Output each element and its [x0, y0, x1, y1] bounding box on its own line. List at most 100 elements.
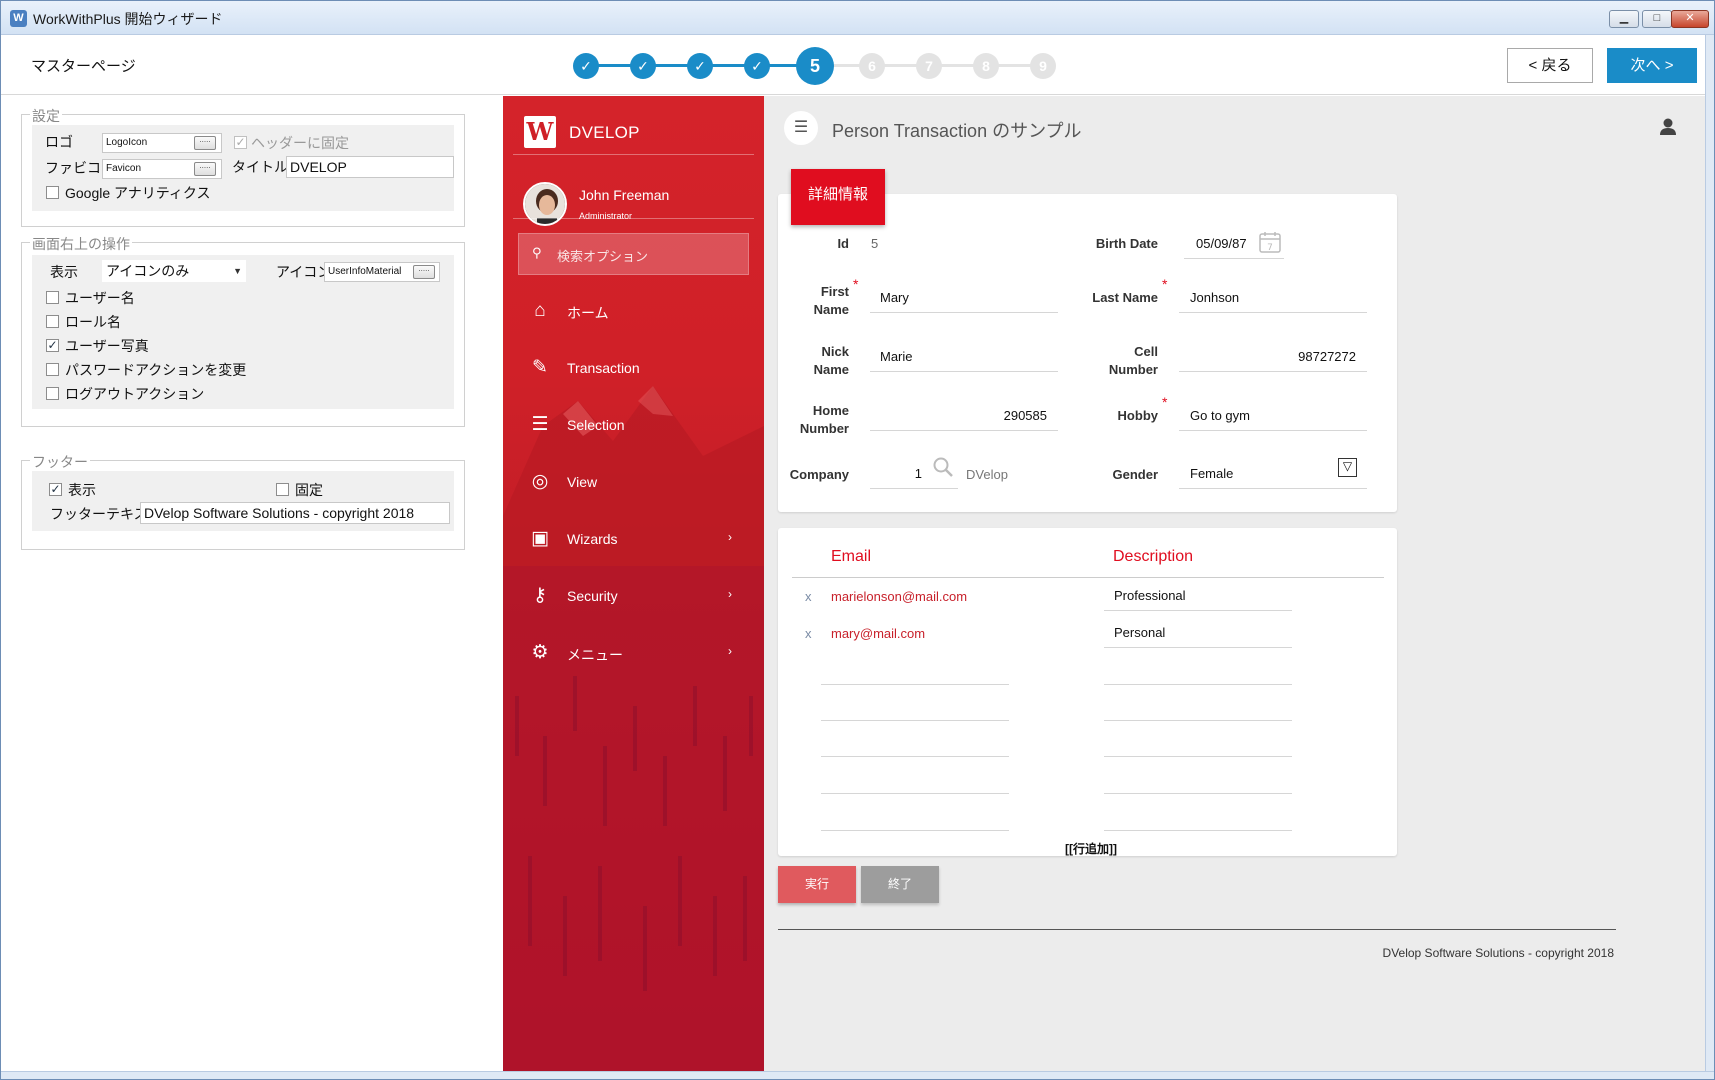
last-name-input[interactable]: Jonhson [1190, 290, 1239, 305]
step-1[interactable]: ✓ [573, 53, 599, 79]
company-input[interactable]: 1 [870, 466, 922, 481]
top-right-actions-group: 画面右上の操作 表示 アイコンのみ ▼ アイコン UserInfoMateria… [21, 234, 465, 427]
step-3[interactable]: ✓ [687, 53, 713, 79]
display-select[interactable]: アイコンのみ ▼ [102, 260, 246, 282]
preview-page-title: Person Transaction のサンプル [832, 121, 1082, 141]
sidebar-item-label: Transaction [567, 360, 640, 376]
logout-checkbox[interactable] [46, 387, 59, 400]
step-4[interactable]: ✓ [744, 53, 770, 79]
home-icon: ⌂ [534, 300, 546, 321]
title-bar: W WorkWithPlus 開始ウィザード ▁ □ ✕ [1, 1, 1714, 35]
hamburger-menu-icon[interactable]: ☰ [784, 111, 818, 145]
sidebar-divider [513, 154, 754, 155]
username-checkbox[interactable] [46, 291, 59, 304]
empty-email-field[interactable] [821, 830, 1009, 831]
empty-email-field[interactable] [821, 720, 1009, 721]
logo-browse-button[interactable]: ..... [194, 136, 216, 150]
id-label: Id [837, 236, 849, 251]
step-2[interactable]: ✓ [630, 53, 656, 79]
cell-number-input[interactable]: 98727272 [1179, 349, 1356, 364]
footer-text-input[interactable]: DVelop Software Solutions - copyright 20… [140, 502, 450, 524]
back-button[interactable]: < 戻る [1507, 48, 1593, 83]
step-9: 9 [1030, 53, 1056, 79]
avatar[interactable] [523, 182, 567, 226]
table-row-email[interactable]: marielonson@mail.com [831, 589, 967, 604]
step-8: 8 [973, 53, 999, 79]
sidebar-item-home[interactable]: ⌂ ホーム [503, 291, 764, 331]
gender-label: Gender [1112, 467, 1158, 482]
empty-email-field[interactable] [821, 756, 1009, 757]
minimize-button[interactable]: ▁ [1609, 10, 1639, 28]
table-row-description[interactable]: Personal [1114, 625, 1165, 640]
birth-date-input[interactable]: 05/09/87 [1196, 236, 1247, 251]
favicon-browse-button[interactable]: ..... [194, 162, 216, 176]
step-5-current[interactable]: 5 [796, 47, 834, 85]
chevron-down-icon[interactable]: ▽ [1338, 458, 1357, 477]
empty-description-field[interactable] [1104, 793, 1292, 794]
gender-select-value[interactable]: Female [1190, 466, 1233, 481]
google-analytics-checkbox[interactable] [46, 186, 59, 199]
delete-row-icon[interactable]: x [805, 626, 812, 641]
chevron-right-icon: › [728, 530, 732, 544]
delete-row-icon[interactable]: x [805, 589, 812, 604]
hobby-input[interactable]: Go to gym [1190, 408, 1250, 423]
nick-name-underline [870, 371, 1058, 372]
window-title: WorkWithPlus 開始ウィザード [33, 11, 223, 27]
rolename-checkbox[interactable] [46, 315, 59, 328]
brand-logo[interactable]: W [524, 116, 556, 148]
wizard-header: マスターページ ✓ ✓ ✓ ✓ 5 6 7 8 9 < 戻る 次へ > [1, 35, 1706, 95]
calendar-icon[interactable]: 7 [1258, 230, 1282, 254]
empty-description-field[interactable] [1104, 720, 1292, 721]
empty-description-field[interactable] [1104, 830, 1292, 831]
empty-email-field[interactable] [821, 793, 1009, 794]
step-7: 7 [916, 53, 942, 79]
next-button[interactable]: 次へ > [1607, 48, 1697, 83]
nick-name-input[interactable]: Marie [880, 349, 913, 364]
first-name-underline [870, 312, 1058, 313]
first-name-input[interactable]: Mary [880, 290, 909, 305]
empty-description-field[interactable] [1104, 684, 1292, 685]
company-name: DVelop [966, 467, 1008, 482]
user-icon[interactable] [1657, 116, 1679, 138]
sidebar-search-input[interactable]: ⚲ 検索オプション [518, 233, 749, 275]
sidebar-item-label: Wizards [567, 531, 618, 547]
table-row-description[interactable]: Professional [1114, 588, 1186, 603]
sidebar-item-selection[interactable]: ☰ Selection [503, 405, 764, 445]
maximize-button[interactable]: □ [1642, 10, 1672, 28]
footer-show-label: 表示 [68, 482, 96, 498]
sidebar-item-view[interactable]: ◎ View [503, 462, 764, 502]
key-icon: ⚷ [533, 585, 547, 606]
search-icon[interactable] [932, 456, 954, 478]
sidebar-item-transaction[interactable]: ✎ Transaction [503, 348, 764, 388]
target-icon: ◎ [531, 471, 549, 492]
table-row-email[interactable]: mary@mail.com [831, 626, 925, 641]
change-password-checkbox[interactable] [46, 363, 59, 376]
icon-browse-button[interactable]: ..... [413, 265, 435, 279]
detail-tab[interactable]: 詳細情報 [791, 169, 885, 225]
cell-number-label: Cell Number [1108, 344, 1158, 377]
close-button[interactable]: ✕ [1671, 10, 1709, 28]
close-form-button[interactable]: 終了 [861, 866, 939, 903]
execute-button[interactable]: 実行 [778, 866, 856, 903]
empty-description-field[interactable] [1104, 756, 1292, 757]
sidebar-item-menu[interactable]: ⚙ メニュー › [503, 633, 764, 673]
home-number-input[interactable]: 290585 [870, 408, 1047, 423]
user-photo-icon [525, 184, 565, 224]
brand-name[interactable]: DVELOP [569, 123, 640, 143]
title-input[interactable]: DVELOP [286, 156, 454, 178]
sidebar-item-wizards[interactable]: ▣ Wizards › [503, 519, 764, 559]
chevron-right-icon: › [728, 587, 732, 601]
add-row-link[interactable]: [[行追加]] [1065, 840, 1117, 857]
sidebar-item-security[interactable]: ⚷ Security › [503, 576, 764, 616]
last-name-label: Last Name [1092, 290, 1158, 305]
userphoto-checkbox[interactable] [46, 339, 59, 352]
user-name: John Freeman [579, 187, 670, 203]
footer-show-checkbox[interactable] [49, 483, 62, 496]
fixed-header-checkbox [234, 136, 247, 149]
footer-fixed-checkbox[interactable] [276, 483, 289, 496]
empty-email-field[interactable] [821, 684, 1009, 685]
wizard-steps: ✓ ✓ ✓ ✓ 5 6 7 8 9 [572, 47, 1062, 85]
settings-legend: 設定 [30, 106, 62, 126]
title-label: タイトル [232, 159, 288, 175]
footer-fixed-label: 固定 [295, 482, 323, 498]
